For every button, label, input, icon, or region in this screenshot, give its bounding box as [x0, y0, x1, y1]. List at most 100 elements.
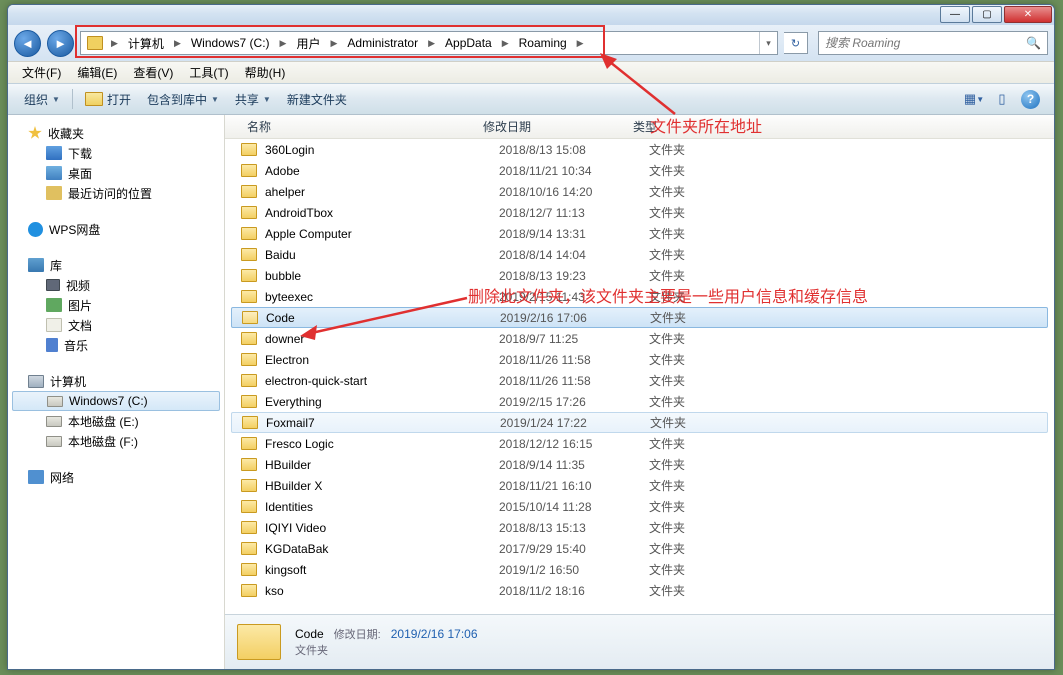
menu-view[interactable]: 查看(V) — [125, 64, 181, 81]
share-button[interactable]: 共享▼ — [227, 84, 279, 114]
file-row[interactable]: Identities2015/10/14 11:28文件夹 — [225, 496, 1054, 517]
file-row[interactable]: IQIYI Video2018/8/13 15:13文件夹 — [225, 517, 1054, 538]
menu-file[interactable]: 文件(F) — [14, 64, 69, 81]
search-input[interactable] — [825, 36, 1026, 50]
search-box[interactable]: 🔍 — [818, 31, 1048, 55]
nav-computer[interactable]: 计算机 — [8, 371, 224, 391]
crumb-computer[interactable]: 计算机 — [122, 32, 170, 54]
column-date[interactable]: 修改日期 — [483, 118, 633, 135]
file-row[interactable]: KGDataBak2017/9/29 15:40文件夹 — [225, 538, 1054, 559]
nav-music[interactable]: 音乐 — [8, 335, 224, 355]
file-row[interactable]: HBuilder2018/9/14 11:35文件夹 — [225, 454, 1054, 475]
file-date: 2018/12/7 11:13 — [499, 206, 649, 220]
forward-button[interactable]: ► — [47, 30, 74, 57]
file-row[interactable]: Adobe2018/11/21 10:34文件夹 — [225, 160, 1054, 181]
file-row[interactable]: HBuilder X2018/11/21 16:10文件夹 — [225, 475, 1054, 496]
file-name: Electron — [265, 353, 499, 367]
nav-drive-e[interactable]: 本地磁盘 (E:) — [8, 411, 224, 431]
address-bar[interactable]: ▶ 计算机 ▶ Windows7 (C:) ▶ 用户 ▶ Administrat… — [80, 31, 778, 55]
file-date: 2018/11/21 16:10 — [499, 479, 649, 493]
chevron-right-icon[interactable]: ▶ — [498, 38, 513, 49]
nav-wps[interactable]: WPS网盘 — [8, 219, 224, 239]
crumb-drive[interactable]: Windows7 (C:) — [185, 32, 276, 54]
address-dropdown[interactable]: ▾ — [759, 32, 777, 54]
file-row[interactable]: kso2018/11/2 18:16文件夹 — [225, 580, 1054, 601]
nav-desktop[interactable]: 桌面 — [8, 163, 224, 183]
file-row[interactable]: kingsoft2019/1/2 16:50文件夹 — [225, 559, 1054, 580]
view-mode-button[interactable]: ▦ ▼ — [965, 91, 983, 107]
file-row[interactable]: Foxmail72019/1/24 17:22文件夹 — [231, 412, 1048, 433]
file-row[interactable]: ahelper2018/10/16 14:20文件夹 — [225, 181, 1054, 202]
back-button[interactable]: ◄ — [14, 30, 41, 57]
open-button[interactable]: 打开 — [77, 84, 139, 114]
crumb-roaming[interactable]: Roaming — [513, 32, 573, 54]
chevron-right-icon[interactable]: ▶ — [326, 38, 341, 49]
chevron-right-icon[interactable]: ▶ — [107, 38, 122, 49]
file-name: kingsoft — [265, 563, 499, 577]
file-row[interactable]: Fresco Logic2018/12/12 16:15文件夹 — [225, 433, 1054, 454]
preview-pane-button[interactable]: ▯ — [993, 91, 1011, 107]
file-type: 文件夹 — [649, 204, 685, 221]
chevron-right-icon[interactable]: ▶ — [170, 38, 185, 49]
file-type: 文件夹 — [649, 393, 685, 410]
video-icon — [46, 279, 60, 291]
file-row[interactable]: byteexec2019/2/15 11:43文件夹 — [225, 286, 1054, 307]
file-row[interactable]: AndroidTbox2018/12/7 11:13文件夹 — [225, 202, 1054, 223]
folder-icon — [241, 248, 257, 261]
file-row[interactable]: Electron2018/11/26 11:58文件夹 — [225, 349, 1054, 370]
file-row[interactable]: Apple Computer2018/9/14 13:31文件夹 — [225, 223, 1054, 244]
file-row[interactable]: Code2019/2/16 17:06文件夹 — [231, 307, 1048, 328]
file-row[interactable]: 360Login2018/8/13 15:08文件夹 — [225, 139, 1054, 160]
nav-network[interactable]: 网络 — [8, 467, 224, 487]
file-row[interactable]: bubble2018/8/13 19:23文件夹 — [225, 265, 1054, 286]
crumb-appdata[interactable]: AppData — [439, 32, 498, 54]
close-button[interactable]: ✕ — [1004, 6, 1052, 23]
nav-libraries[interactable]: 库 — [8, 255, 224, 275]
nav-downloads[interactable]: 下载 — [8, 143, 224, 163]
details-pane: Code 修改日期: 2019/2/16 17:06 文件夹 — [225, 614, 1054, 669]
include-in-library-button[interactable]: 包含到库中▼ — [139, 84, 227, 114]
nav-documents[interactable]: 文档 — [8, 315, 224, 335]
nav-drive-f[interactable]: 本地磁盘 (F:) — [8, 431, 224, 451]
network-icon — [28, 470, 44, 484]
file-type: 文件夹 — [650, 309, 686, 326]
folder-icon — [241, 500, 257, 513]
file-type: 文件夹 — [649, 435, 685, 452]
column-type[interactable]: 类型 — [633, 118, 1054, 135]
nav-favorites[interactable]: 收藏夹 — [8, 123, 224, 143]
file-list[interactable]: 360Login2018/8/13 15:08文件夹Adobe2018/11/2… — [225, 139, 1054, 614]
nav-videos[interactable]: 视频 — [8, 275, 224, 295]
file-row[interactable]: Baidu2018/8/14 14:04文件夹 — [225, 244, 1054, 265]
nav-recent[interactable]: 最近访问的位置 — [8, 183, 224, 203]
menu-edit[interactable]: 编辑(E) — [69, 64, 125, 81]
folder-icon — [241, 353, 257, 366]
file-row[interactable]: downer2018/9/7 11:25文件夹 — [225, 328, 1054, 349]
maximize-button[interactable]: ▢ — [972, 6, 1002, 23]
menu-tools[interactable]: 工具(T) — [181, 64, 236, 81]
organize-button[interactable]: 组织▼ — [16, 84, 68, 114]
crumb-admin[interactable]: Administrator — [341, 32, 424, 54]
file-type: 文件夹 — [649, 519, 685, 536]
column-name[interactable]: 名称 — [225, 118, 483, 135]
chevron-right-icon[interactable]: ▶ — [424, 38, 439, 49]
file-row[interactable]: Everything2019/2/15 17:26文件夹 — [225, 391, 1054, 412]
nav-row: ◄ ► ▶ 计算机 ▶ Windows7 (C:) ▶ 用户 ▶ Adminis… — [8, 25, 1054, 61]
details-date: 2019/2/16 17:06 — [391, 627, 478, 641]
file-date: 2018/11/2 18:16 — [499, 584, 649, 598]
chevron-right-icon[interactable]: ▶ — [573, 38, 588, 49]
new-folder-button[interactable]: 新建文件夹 — [279, 84, 355, 114]
file-date: 2018/9/7 11:25 — [499, 332, 649, 346]
file-type: 文件夹 — [649, 183, 685, 200]
menu-help[interactable]: 帮助(H) — [237, 64, 294, 81]
chevron-right-icon[interactable]: ▶ — [276, 38, 291, 49]
nav-pictures[interactable]: 图片 — [8, 295, 224, 315]
file-name: Baidu — [265, 248, 499, 262]
help-icon[interactable]: ? — [1021, 90, 1040, 109]
refresh-button[interactable]: ↻ — [784, 32, 808, 54]
nav-drive-c[interactable]: Windows7 (C:) — [12, 391, 220, 411]
file-row[interactable]: electron-quick-start2018/11/26 11:58文件夹 — [225, 370, 1054, 391]
crumb-users[interactable]: 用户 — [290, 32, 326, 54]
search-icon[interactable]: 🔍 — [1026, 36, 1041, 50]
minimize-button[interactable]: — — [940, 6, 970, 23]
file-type: 文件夹 — [649, 288, 685, 305]
